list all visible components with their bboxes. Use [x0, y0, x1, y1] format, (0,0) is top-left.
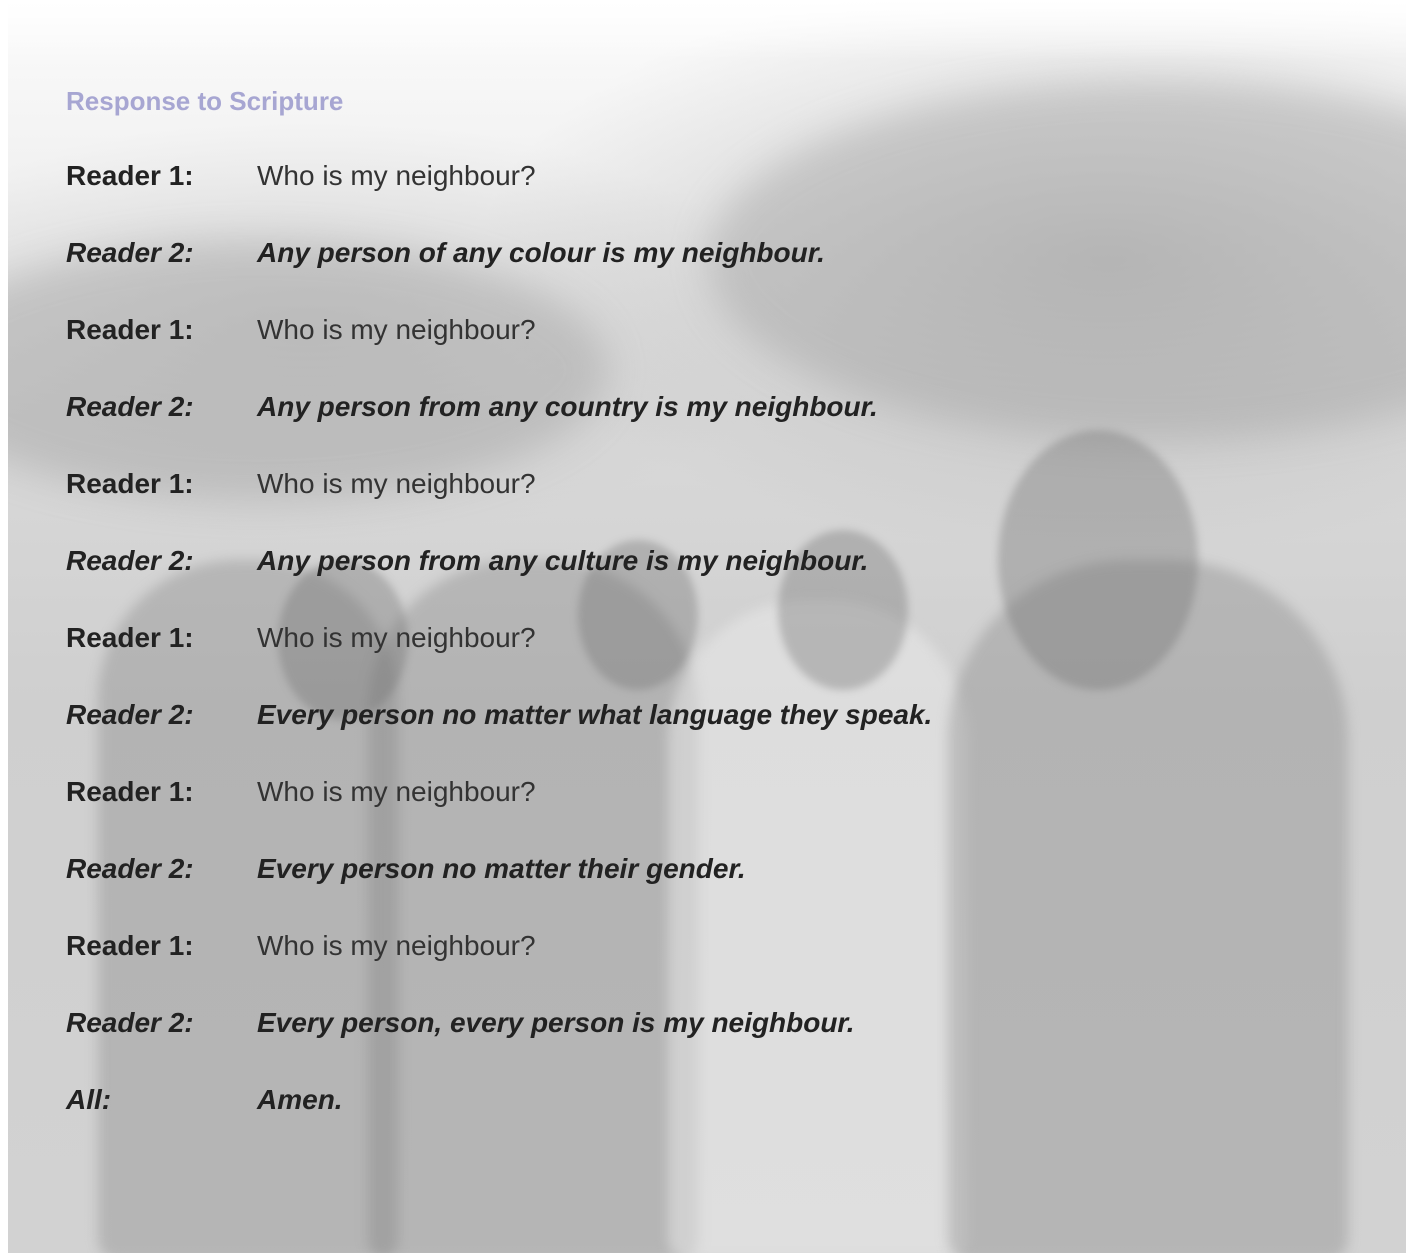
- reading-line: Reader 1: Who is my neighbour?: [66, 314, 932, 391]
- speaker-label: Reader 2:: [66, 237, 194, 268]
- speaker-label: Reader 2:: [66, 853, 194, 884]
- speaker-label: Reader 1:: [66, 314, 194, 345]
- speaker-label: Reader 2:: [66, 1007, 194, 1038]
- reading-line: Reader 1: Who is my neighbour?: [66, 776, 932, 853]
- speaker-label: Reader 2:: [66, 391, 194, 422]
- reading-line: Reader 2: Any person from any culture is…: [66, 545, 932, 622]
- reading-line-all: All: Amen.: [66, 1084, 932, 1161]
- line-text: Every person no matter their gender.: [257, 853, 746, 884]
- reading-line: Reader 1: Who is my neighbour?: [66, 468, 932, 545]
- reading-line: Reader 1: Who is my neighbour?: [66, 622, 932, 699]
- person-head: [998, 430, 1198, 690]
- line-text: Any person from any country is my neighb…: [257, 391, 878, 422]
- line-text: Any person of any colour is my neighbour…: [257, 237, 825, 268]
- speaker-label: Reader 2:: [66, 545, 194, 576]
- line-text: Who is my neighbour?: [257, 622, 536, 653]
- line-text: Who is my neighbour?: [257, 160, 536, 191]
- speaker-label: Reader 1:: [66, 468, 194, 499]
- speaker-label: Reader 1:: [66, 776, 194, 807]
- speaker-label: Reader 2:: [66, 699, 194, 730]
- line-text: Who is my neighbour?: [257, 930, 536, 961]
- reading-line: Reader 2: Any person from any country is…: [66, 391, 932, 468]
- reading-line: Reader 2: Every person no matter their g…: [66, 853, 932, 930]
- reading-line: Reader 2: Every person, every person is …: [66, 1007, 932, 1084]
- speaker-label: All:: [66, 1084, 112, 1115]
- line-text: Who is my neighbour?: [257, 776, 536, 807]
- document-page: Response to Scripture Reader 1: Who is m…: [8, 0, 1406, 1253]
- reading-line: Reader 2: Every person no matter what la…: [66, 699, 932, 776]
- speaker-label: Reader 1:: [66, 930, 194, 961]
- speaker-label: Reader 1:: [66, 622, 194, 653]
- responsive-reading: Reader 1: Who is my neighbour? Reader 2:…: [66, 160, 932, 1161]
- line-text: Any person from any culture is my neighb…: [257, 545, 869, 576]
- speaker-label: Reader 1:: [66, 160, 194, 191]
- top-fade: [8, 0, 1406, 60]
- line-text: Amen.: [257, 1084, 343, 1115]
- reading-line: Reader 1: Who is my neighbour?: [66, 160, 932, 237]
- line-text: Who is my neighbour?: [257, 314, 536, 345]
- line-text: Who is my neighbour?: [257, 468, 536, 499]
- reading-line: Reader 1: Who is my neighbour?: [66, 930, 932, 1007]
- line-text: Every person, every person is my neighbo…: [257, 1007, 855, 1038]
- line-text: Every person no matter what language the…: [257, 699, 933, 730]
- reading-line: Reader 2: Any person of any colour is my…: [66, 237, 932, 314]
- section-heading: Response to Scripture: [66, 86, 344, 116]
